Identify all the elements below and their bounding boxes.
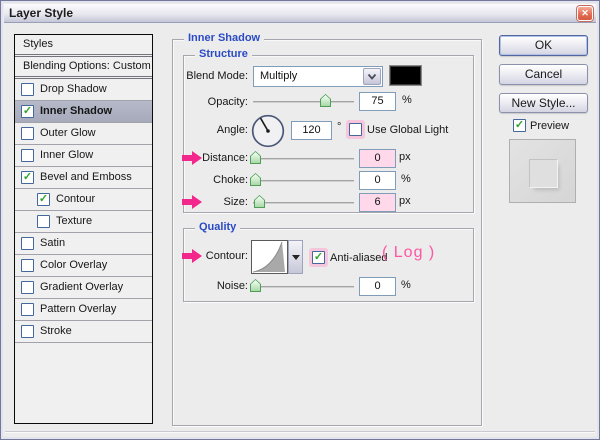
style-checkbox[interactable]	[21, 237, 34, 250]
sidebar-item-bevel-and-emboss[interactable]: ✓ Bevel and Emboss	[15, 167, 152, 189]
size-slider[interactable]	[253, 202, 354, 204]
opacity-unit: %	[402, 94, 412, 106]
preview-toggle[interactable]: ✓ Preview	[513, 119, 569, 132]
noise-label: Noise:	[182, 280, 248, 292]
opacity-field[interactable]: 75	[359, 92, 396, 111]
structure-group-title: Structure	[195, 48, 252, 60]
sidebar-item-contour[interactable]: ✓ Contour	[15, 189, 152, 211]
angle-label: Angle:	[182, 124, 248, 136]
new-style-button[interactable]: New Style...	[499, 93, 588, 113]
size-label: Size:	[182, 196, 248, 208]
distance-unit: px	[399, 151, 411, 163]
contour-label: Contour:	[182, 250, 248, 262]
sidebar-item-texture[interactable]: Texture	[15, 211, 152, 233]
style-checkbox[interactable]	[21, 281, 34, 294]
choke-field[interactable]: 0	[359, 171, 396, 190]
opacity-slider[interactable]	[253, 101, 354, 103]
choke-slider[interactable]	[253, 180, 354, 182]
size-unit: px	[399, 195, 411, 207]
sidebar-item-color-overlay[interactable]: Color Overlay	[15, 255, 152, 277]
style-preview-thumbnail	[509, 139, 576, 203]
angle-field[interactable]: 120	[291, 121, 332, 140]
panel-title: Inner Shadow	[184, 32, 264, 44]
size-field[interactable]: 6	[359, 193, 396, 212]
distance-field[interactable]: 0	[359, 149, 396, 168]
use-global-light-label: Use Global Light	[367, 124, 448, 136]
styles-header[interactable]: Styles	[15, 35, 152, 57]
close-icon[interactable]: ✕	[577, 6, 593, 21]
sidebar-item-inner-shadow[interactable]: ✓ Inner Shadow	[15, 101, 152, 123]
annotation-log-text: ( Log )	[382, 244, 435, 262]
choke-unit: %	[401, 173, 411, 185]
style-checkbox[interactable]	[37, 215, 50, 228]
preview-checkbox[interactable]: ✓	[513, 119, 526, 132]
style-checkbox[interactable]	[21, 83, 34, 96]
sidebar-item-gradient-overlay[interactable]: Gradient Overlay	[15, 277, 152, 299]
shadow-color-swatch[interactable]	[389, 65, 422, 86]
sidebar-item-inner-glow[interactable]: Inner Glow	[15, 145, 152, 167]
style-preview-inner-square	[529, 159, 558, 188]
preview-label: Preview	[530, 120, 569, 132]
anti-aliased-checkbox[interactable]: ✓	[312, 251, 325, 264]
noise-field[interactable]: 0	[359, 277, 396, 296]
ok-button[interactable]: OK	[499, 35, 588, 56]
window-bottom-edge	[5, 431, 595, 433]
blend-mode-label: Blend Mode:	[182, 70, 248, 82]
sidebar-item-pattern-overlay[interactable]: Pattern Overlay	[15, 299, 152, 321]
window-title: Layer Style	[4, 6, 73, 20]
layer-style-dialog: Layer Style ✕ Styles Blending Options: C…	[0, 0, 600, 440]
noise-unit: %	[401, 279, 411, 291]
title-bar[interactable]: Layer Style ✕	[4, 4, 596, 23]
style-checkbox[interactable]	[21, 325, 34, 338]
contour-picker[interactable]	[251, 240, 288, 274]
use-global-light-checkbox[interactable]	[349, 123, 362, 136]
sidebar-item-blending-options[interactable]: Blending Options: Custom	[15, 57, 152, 79]
blend-mode-select[interactable]: Multiply	[253, 66, 383, 87]
style-checkbox-checked[interactable]: ✓	[37, 193, 50, 206]
angle-dial[interactable]	[251, 114, 285, 153]
opacity-label: Opacity:	[182, 96, 248, 108]
sidebar-item-drop-shadow[interactable]: Drop Shadow	[15, 79, 152, 101]
style-checkbox[interactable]	[21, 149, 34, 162]
distance-slider[interactable]	[253, 158, 354, 160]
distance-label: Distance:	[182, 152, 248, 164]
dropdown-arrow-icon	[292, 255, 300, 260]
choke-label: Choke:	[182, 174, 248, 186]
sidebar-item-stroke[interactable]: Stroke	[15, 321, 152, 343]
anti-aliased-label: Anti-aliased	[330, 252, 387, 264]
cancel-button[interactable]: Cancel	[499, 64, 588, 85]
quality-group-title: Quality	[195, 221, 240, 233]
style-checkbox[interactable]	[21, 259, 34, 272]
style-checkbox[interactable]	[21, 127, 34, 140]
style-checkbox[interactable]	[21, 303, 34, 316]
style-checkbox-checked[interactable]: ✓	[21, 105, 34, 118]
chevron-down-icon[interactable]	[363, 68, 381, 85]
noise-slider[interactable]	[253, 286, 354, 288]
angle-unit: °	[337, 121, 341, 133]
sidebar-item-satin[interactable]: Satin	[15, 233, 152, 255]
sidebar-item-outer-glow[interactable]: Outer Glow	[15, 123, 152, 145]
styles-list: Styles Blending Options: Custom Drop Sha…	[14, 34, 153, 424]
style-checkbox-checked[interactable]: ✓	[21, 171, 34, 184]
contour-dropdown-button[interactable]	[288, 240, 303, 274]
